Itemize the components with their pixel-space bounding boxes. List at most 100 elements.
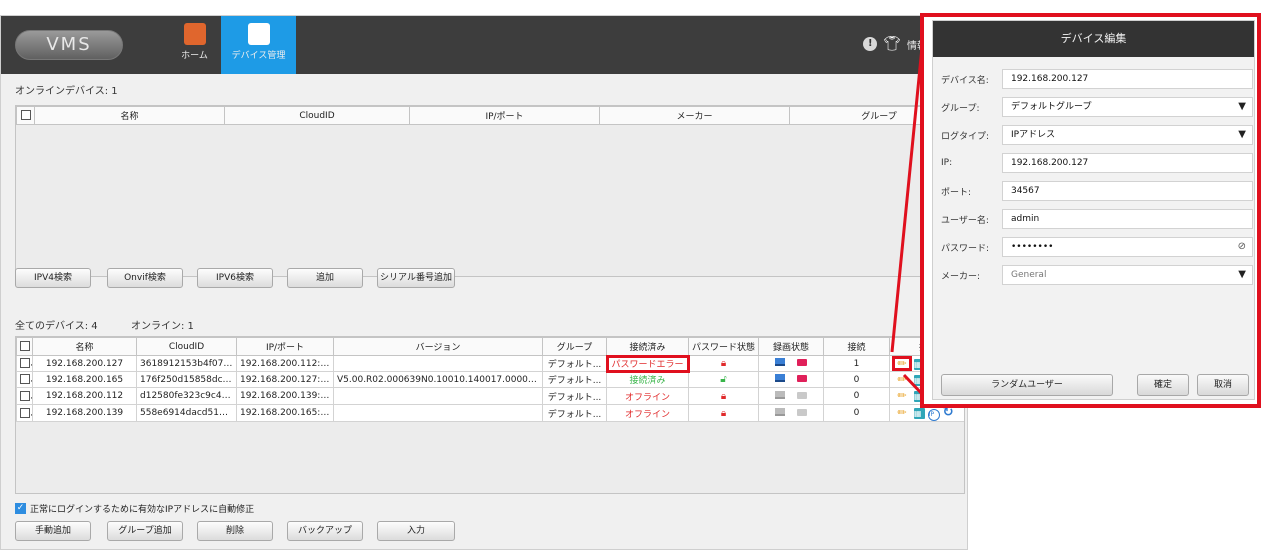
port-field[interactable]: 34567 [1001,181,1253,201]
table-row[interactable]: 192.168.200.165 176f250d15858dc7... 192.… [16,371,964,388]
top-right-tools: ! 👕︎ 情報 [863,36,927,52]
connection-count: 0 [823,387,890,405]
column-header[interactable]: 名称 [34,106,225,125]
monitor-icon [775,358,786,366]
ip-field[interactable]: 192.168.200.127 [1001,153,1253,173]
password-status: 🔓︎ [688,371,759,388]
cancel-button[interactable]: 取消 [1197,374,1249,396]
column-header[interactable]: グループ [542,337,607,356]
home-icon [183,23,206,45]
device-name-field[interactable]: 192.168.200.127 [1001,69,1253,89]
ipv6-search-button[interactable]: IPV6検索 [197,268,273,288]
username-field[interactable]: admin [1001,209,1253,229]
username-row: ユーザー名: admin [941,209,1253,229]
login-type-select[interactable]: IPアドレス ▼ [1001,125,1253,145]
port-row: ポート: 34567 [941,181,1253,201]
table-row[interactable]: 192.168.200.112 d12580fe323c9c4fp... 192… [16,387,964,405]
device-name-label: デバイス名: [941,75,989,86]
column-header[interactable]: IP/ポート [409,106,600,125]
table-header-row: 名称 CloudID IP/ポート バージョン グループ 接続済み パスワード状… [16,337,964,356]
onvif-search-button[interactable]: Onvif検索 [107,268,183,288]
column-header[interactable]: CloudID [136,337,237,356]
password-status: 🔒︎ [688,404,759,422]
connection-status: オフライン [606,404,689,422]
app-logo: VMS [15,30,123,60]
online-devices-label: オンラインデバイス: 1 [15,86,118,97]
dropdown-arrow-icon: ▼ [1238,129,1246,140]
group-label: グループ: [941,103,980,114]
table-header-row: 名称 CloudID IP/ポート メーカー グループ [16,106,966,125]
device-group: デフォルト... [542,371,607,388]
ip-edit-icon[interactable]: IP [927,409,940,421]
device-group: デフォルト... [542,355,607,372]
device-ip-port: 192.168.200.165:34... [236,404,334,422]
delete-button[interactable]: 削除 [197,521,273,541]
edit-pencil-icon[interactable]: ✏︎ [893,389,911,402]
select-all-checkbox[interactable] [16,337,33,356]
skin-icon[interactable]: 👕︎ [883,36,901,52]
group-select[interactable]: デフォルトグループ ▼ [1001,97,1253,117]
row-checkbox[interactable] [16,355,33,372]
checkbox-checked-icon[interactable]: ✓ [15,503,26,514]
column-header[interactable]: パスワード状態 [688,337,759,356]
import-button[interactable]: 入力 [377,521,455,541]
column-header[interactable]: バージョン [333,337,543,356]
all-devices-table: 名称 CloudID IP/ポート バージョン グループ 接続済み パスワード状… [15,336,965,494]
manual-add-button[interactable]: 手動追加 [15,521,91,541]
dialog-title: デバイス編集 [933,21,1254,57]
random-user-button[interactable]: ランダムユーザー [941,374,1113,396]
maker-select[interactable]: General ▼ [1001,265,1253,285]
column-header[interactable]: CloudID [224,106,410,125]
device-edit-dialog: デバイス編集 デバイス名: 192.168.200.127 グループ: デフォル… [932,20,1255,400]
record-status [758,387,824,405]
column-header[interactable]: 録画状態 [758,337,824,356]
monitor-icon [775,390,786,399]
camera-icon [796,391,807,399]
password-value: •••••••• [1010,242,1054,252]
device-version [333,404,543,422]
table-row[interactable]: 192.168.200.127 3618912153b4f07b... 192.… [16,354,964,373]
camera-icon [796,375,807,382]
connection-count: 0 [823,371,890,388]
device-ip-port: 192.168.200.139:34... [236,387,334,405]
password-field[interactable]: •••••••• ⊘ [1001,237,1253,257]
dropdown-arrow-icon: ▼ [1238,101,1246,112]
serial-number-add-button[interactable]: シリアル番号追加 [377,268,455,288]
lock-icon: 🔒︎ [720,358,727,369]
device-name-row: デバイス名: 192.168.200.127 [941,69,1253,89]
device-ip-port: 192.168.200.112:34... [236,355,334,372]
edit-pencil-icon[interactable]: ✏︎ [893,373,911,386]
edit-pencil-icon[interactable]: ✏︎ [892,356,912,371]
row-checkbox[interactable] [16,371,33,388]
lock-icon: 🔒︎ [720,407,727,419]
edit-pencil-icon[interactable]: ✏︎ [893,406,911,419]
record-status [758,355,824,372]
add-button[interactable]: 追加 [287,268,363,288]
config-grid-icon[interactable]: ▦ [913,408,925,419]
backup-button[interactable]: バックアップ [287,521,363,541]
group-add-button[interactable]: グループ追加 [107,521,183,541]
column-header[interactable]: 接続済み [606,337,689,356]
nav-device-management[interactable]: デバイス管理 [221,16,296,74]
nav-home-label: ホーム [181,51,208,61]
column-header[interactable]: 接続 [823,337,890,356]
select-all-checkbox[interactable] [16,106,35,125]
row-checkbox[interactable] [16,404,33,422]
column-header[interactable]: 名称 [32,337,137,356]
column-header[interactable]: メーカー [599,106,790,125]
row-checkbox[interactable] [16,387,33,405]
auto-fix-ip-option[interactable]: ✓ 正常にログインするために有効なIPアドレスに自動修正 [15,502,254,515]
connection-status: オフライン [606,387,689,405]
table-row[interactable]: 192.168.200.139 558e6914dacd5187... 192.… [16,404,964,422]
main-window: VMS ホーム デバイス管理 ! 👕︎ 情報 オンラインデバイス: 1 名称 C… [0,15,968,550]
hide-password-icon[interactable]: ⊘ [1238,238,1246,256]
password-row: パスワード: •••••••• ⊘ [941,237,1253,257]
connection-status: パスワードエラー [605,354,690,373]
device-cloudid: 176f250d15858dc7... [136,371,237,388]
ok-button[interactable]: 確定 [1137,374,1189,396]
info-circle-icon[interactable]: ! [863,37,878,51]
column-header[interactable]: IP/ポート [236,337,334,356]
maker-label: メーカー: [941,271,981,282]
ipv4-search-button[interactable]: IPV4検索 [15,268,91,288]
ip-row: IP: 192.168.200.127 [941,153,1253,173]
